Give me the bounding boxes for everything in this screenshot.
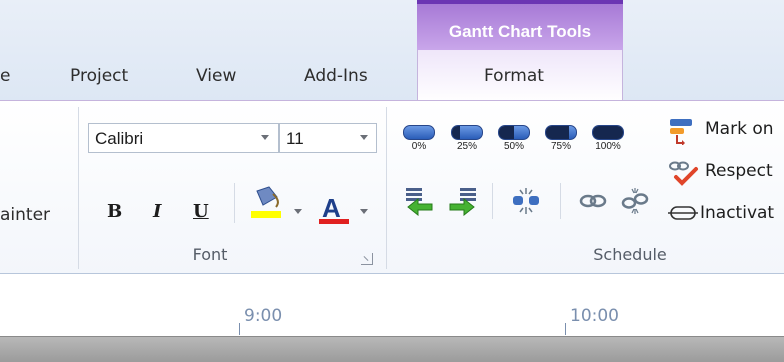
percent-25-button[interactable]: 25% (451, 125, 483, 152)
indent-icon[interactable] (444, 186, 478, 216)
font-color-swatch (319, 219, 349, 224)
respect-links-icon (669, 161, 698, 186)
percent-label: 100% (595, 141, 621, 152)
respect-links-label: Respect (705, 161, 773, 181)
chevron-down-icon[interactable] (294, 209, 302, 214)
chevron-down-icon[interactable] (360, 135, 368, 140)
format-painter-label[interactable]: ainter (0, 205, 50, 225)
percent-bar-icon (592, 125, 624, 140)
schedule-group-label: Schedule (593, 245, 667, 264)
percent-label: 75% (550, 141, 571, 152)
inactivate-label: Inactivat (700, 203, 775, 223)
gantt-chart-tools-header: Gantt Chart Tools (417, 0, 623, 50)
bold-button[interactable]: B (107, 201, 122, 222)
gantt-timescale (0, 274, 784, 336)
tab-partial[interactable]: e (0, 66, 10, 86)
percent-label: 50% (503, 141, 524, 152)
percent-75-button[interactable]: 75% (545, 125, 577, 152)
font-name-combo[interactable]: Calibri (88, 123, 279, 153)
highlight-color-icon[interactable] (249, 185, 283, 219)
mark-on-track-label: Mark on (705, 119, 774, 139)
divider (234, 183, 235, 223)
percent-bar-icon (498, 125, 530, 140)
inactivate-icon (668, 206, 698, 220)
percent-0-button[interactable]: 0% (403, 125, 435, 152)
tab-project[interactable]: Project (70, 66, 128, 86)
chevron-down-icon[interactable] (261, 135, 269, 140)
font-dialog-launcher-icon[interactable] (361, 253, 373, 265)
unlink-tasks-icon[interactable] (620, 186, 650, 216)
font-group-label: Font (192, 245, 228, 264)
tab-add-ins[interactable]: Add-Ins (304, 66, 368, 86)
timescale-tick-label: 9:00 (244, 306, 283, 326)
outdent-icon[interactable] (404, 186, 438, 216)
percent-bar-icon (451, 125, 483, 140)
percent-50-button[interactable]: 50% (498, 125, 530, 152)
context-group-title: Gantt Chart Tools (448, 22, 592, 41)
group-separator (78, 107, 79, 269)
tab-view[interactable]: View (196, 66, 236, 86)
mark-on-track-icon (670, 119, 692, 145)
percent-bar-icon (403, 125, 435, 140)
percent-bar-icon (545, 125, 577, 140)
timescale-tick-mark (565, 323, 566, 335)
project-window: Gantt Chart Tools e Project View Add-Ins… (0, 0, 784, 362)
ribbon-panel: ainter Calibri 11 B I U A Font 0% 25% 50… (0, 100, 784, 274)
underline-button[interactable]: U (193, 201, 209, 222)
font-name-value: Calibri (95, 129, 144, 148)
divider (560, 183, 561, 219)
group-separator (386, 107, 387, 269)
gantt-header-band (0, 336, 784, 362)
percent-100-button[interactable]: 100% (592, 125, 624, 152)
link-tasks-icon[interactable] (578, 186, 608, 216)
percent-label: 0% (411, 141, 427, 152)
font-size-combo[interactable]: 11 (279, 123, 377, 153)
split-task-icon[interactable] (510, 186, 542, 216)
timescale-tick-label: 10:00 (570, 306, 619, 326)
percent-label: 25% (456, 141, 477, 152)
italic-button[interactable]: I (153, 201, 161, 222)
chevron-down-icon[interactable] (360, 209, 368, 214)
divider (492, 183, 493, 219)
timescale-tick-mark (239, 323, 240, 335)
font-size-value: 11 (286, 129, 304, 148)
tab-format[interactable]: Format (484, 66, 544, 86)
